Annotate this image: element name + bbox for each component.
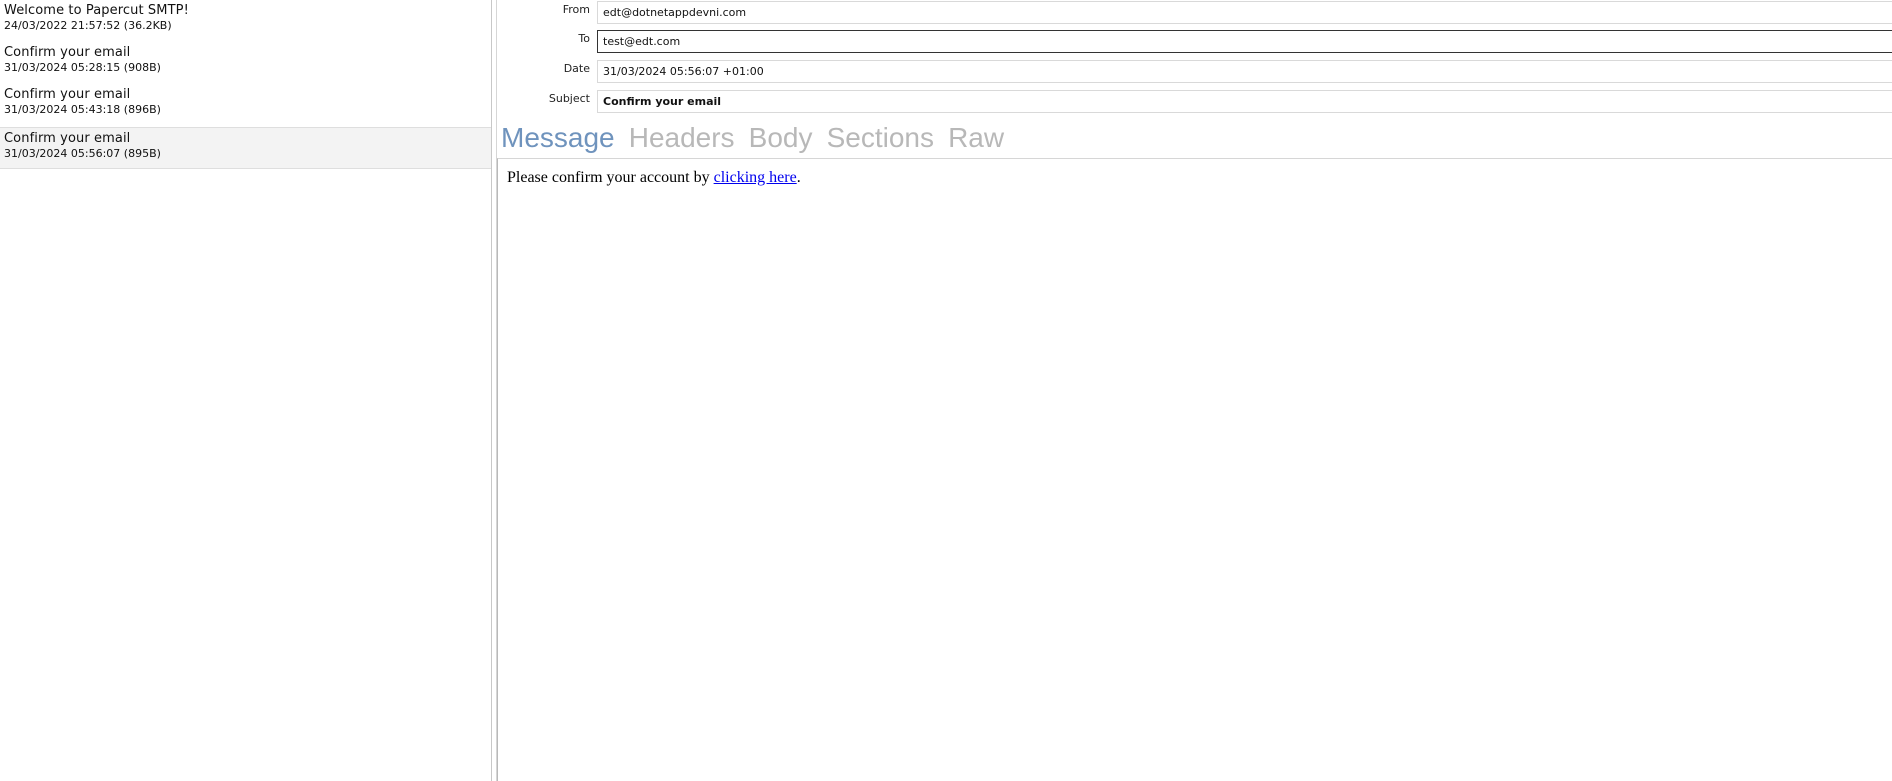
message-body-view: Please confirm your account by clicking … [497,158,1892,781]
subject-row: Subject Confirm your email [497,89,1892,114]
tab-headers[interactable]: Headers [629,120,735,156]
subject-field[interactable]: Confirm your email [597,90,1892,113]
message-subject: Welcome to Papercut SMTP! [4,3,189,18]
list-item[interactable]: Confirm your email 31/03/2024 05:43:18 (… [0,84,491,126]
list-item-selected[interactable]: Confirm your email 31/03/2024 05:56:07 (… [0,127,491,169]
subject-label: Subject [548,92,590,105]
confirm-link[interactable]: clicking here [714,169,797,186]
tab-sections[interactable]: Sections [827,120,934,156]
message-meta: 31/03/2024 05:56:07 (895B) [4,147,161,160]
to-field[interactable]: test@edt.com [597,30,1892,53]
message-subject: Confirm your email [4,45,131,60]
from-field[interactable]: edt@dotnetappdevni.com [597,1,1892,24]
date-field[interactable]: 31/03/2024 05:56:07 +01:00 [597,60,1892,83]
message-meta: 31/03/2024 05:43:18 (896B) [4,103,161,116]
message-subject: Confirm your email [4,131,131,146]
from-label: From [562,3,590,16]
message-list: Welcome to Papercut SMTP! 24/03/2022 21:… [0,0,491,781]
from-row: From edt@dotnetappdevni.com [497,0,1892,25]
message-detail: From edt@dotnetappdevni.com To test@edt.… [497,0,1892,781]
message-subject: Confirm your email [4,87,131,102]
message-body-text: Please confirm your account by clicking … [507,169,801,187]
message-meta: 24/03/2022 21:57:52 (36.2KB) [4,19,172,32]
tab-raw[interactable]: Raw [948,120,1004,156]
tab-body[interactable]: Body [749,120,813,156]
date-label: Date [563,62,590,75]
body-text-after: . [796,169,801,186]
list-item[interactable]: Welcome to Papercut SMTP! 24/03/2022 21:… [0,0,491,42]
date-row: Date 31/03/2024 05:56:07 +01:00 [497,59,1892,84]
body-text-before: Please confirm your account by [507,169,714,186]
to-label: To [578,32,590,45]
view-tabs: Message Headers Body Sections Raw [501,120,1013,156]
list-item[interactable]: Confirm your email 31/03/2024 05:28:15 (… [0,42,491,84]
tab-message[interactable]: Message [501,120,615,156]
message-meta: 31/03/2024 05:28:15 (908B) [4,61,161,74]
to-row: To test@edt.com [497,29,1892,54]
